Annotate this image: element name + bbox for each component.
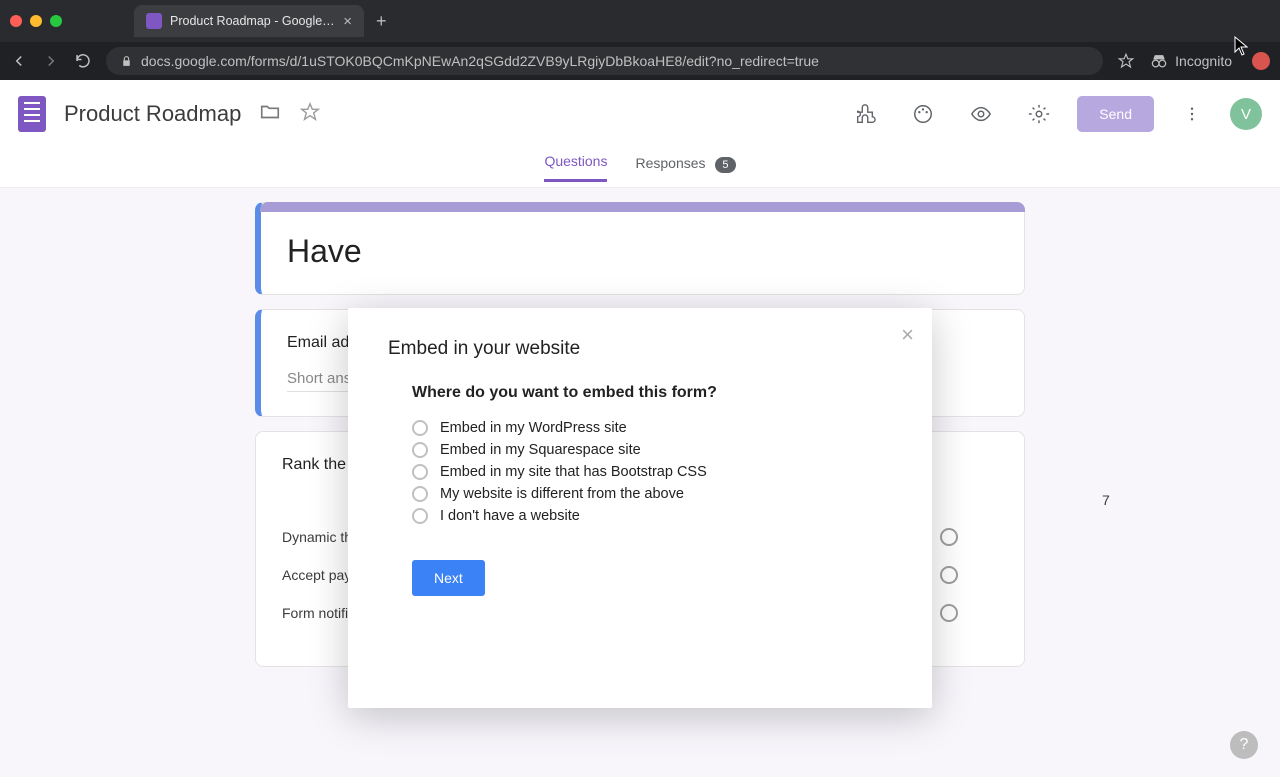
modal-title: Embed in your website: [388, 338, 892, 360]
radio-icon[interactable]: [412, 442, 428, 458]
nav-forward-icon[interactable]: [42, 52, 60, 70]
modal-prompt: Where do you want to embed this form?: [412, 384, 892, 402]
modal-options: Embed in my WordPress site Embed in my Sq…: [412, 420, 892, 524]
incognito-indicator: Incognito: [1149, 51, 1232, 71]
new-tab-button[interactable]: +: [370, 11, 393, 32]
embed-modal: × Embed in your website Where do you wan…: [348, 308, 932, 708]
incognito-label: Incognito: [1175, 53, 1232, 69]
url-text: docs.google.com/forms/d/1uSTOK0BQCmKpNEw…: [141, 53, 819, 69]
embed-option[interactable]: Embed in my Squarespace site: [412, 442, 892, 458]
lock-icon: [120, 55, 133, 68]
embed-option-label: Embed in my WordPress site: [440, 420, 627, 436]
embed-option-label: My website is different from the above: [440, 486, 684, 502]
tab-title: Product Roadmap - Google Form: [170, 14, 335, 28]
window-traffic-lights: [10, 15, 62, 27]
browser-toolbar: docs.google.com/forms/d/1uSTOK0BQCmKpNEw…: [0, 42, 1280, 80]
forms-app: Product Roadmap Send V Questions Respons…: [0, 80, 1280, 777]
embed-option[interactable]: My website is different from the above: [412, 486, 892, 502]
embed-option[interactable]: I don't have a website: [412, 508, 892, 524]
tab-favicon-icon: [146, 13, 162, 29]
radio-icon[interactable]: [412, 508, 428, 524]
embed-option-label: Embed in my site that has Bootstrap CSS: [440, 464, 707, 480]
embed-option-label: I don't have a website: [440, 508, 580, 524]
embed-option[interactable]: Embed in my site that has Bootstrap CSS: [412, 464, 892, 480]
incognito-icon: [1149, 51, 1169, 71]
embed-option[interactable]: Embed in my WordPress site: [412, 420, 892, 436]
modal-close-icon[interactable]: ×: [901, 322, 914, 348]
help-fab-icon[interactable]: ?: [1230, 731, 1258, 759]
browser-tab[interactable]: Product Roadmap - Google Form ×: [134, 5, 364, 37]
address-bar[interactable]: docs.google.com/forms/d/1uSTOK0BQCmKpNEw…: [106, 47, 1103, 75]
browser-chrome: Product Roadmap - Google Form × + docs.g…: [0, 0, 1280, 80]
modal-next-button[interactable]: Next: [412, 560, 485, 596]
bookmark-star-icon[interactable]: [1117, 52, 1135, 70]
radio-icon[interactable]: [412, 486, 428, 502]
nav-reload-icon[interactable]: [74, 52, 92, 70]
tab-close-icon[interactable]: ×: [343, 13, 352, 30]
window-close-icon[interactable]: [10, 15, 22, 27]
nav-back-icon[interactable]: [10, 52, 28, 70]
mouse-cursor-icon: [1234, 36, 1248, 61]
radio-icon[interactable]: [412, 464, 428, 480]
browser-titlebar: Product Roadmap - Google Form × +: [0, 0, 1280, 42]
window-zoom-icon[interactable]: [50, 15, 62, 27]
embed-option-label: Embed in my Squarespace site: [440, 442, 641, 458]
radio-icon[interactable]: [412, 420, 428, 436]
extension-badge-icon[interactable]: [1252, 52, 1270, 70]
window-minimize-icon[interactable]: [30, 15, 42, 27]
